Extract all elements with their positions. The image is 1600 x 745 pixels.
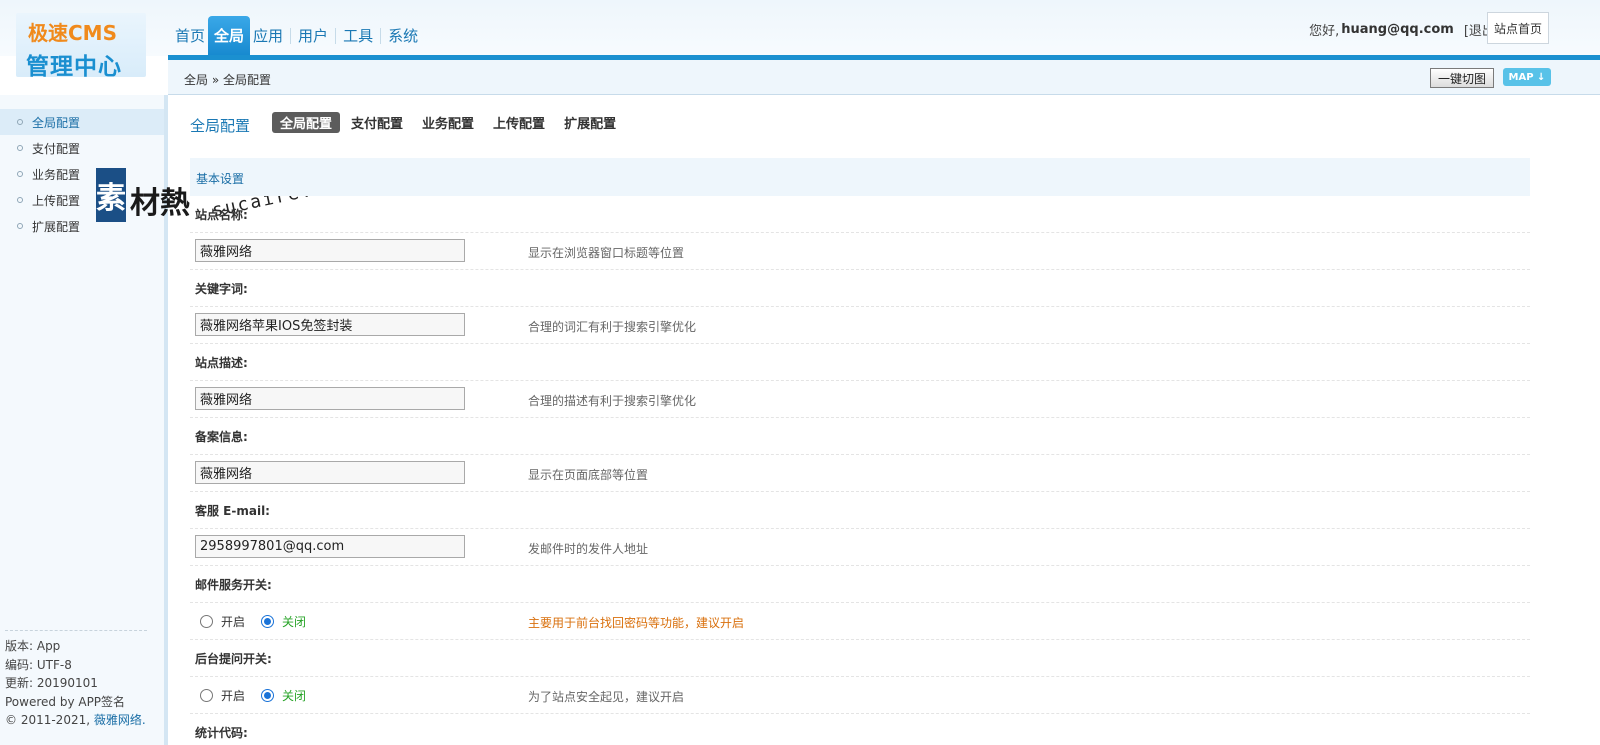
config-tabs: 全局配置 支付配置 业务配置 上传配置 扩展配置 (272, 112, 627, 133)
site-name-row: 薇雅网络 显示在浏览器窗口标题等位置 (190, 233, 1530, 270)
encoding-info: 编码: UTF-8 (5, 657, 72, 672)
ask-on-radio[interactable] (200, 689, 213, 702)
sidebar-item-label: 全局配置 (32, 115, 81, 130)
sidebar-item-label: 业务配置 (32, 167, 81, 182)
ask-switch-row: 开启 关闭 为了站点安全起见，建议开启 (190, 677, 1530, 714)
ask-switch-radios: 开启 关闭 (200, 687, 322, 704)
nav-divider (335, 28, 337, 44)
nav-apps[interactable]: 应用 (250, 16, 286, 56)
version-info: 版本: App (5, 639, 61, 653)
update-info: 更新: 20190101 (5, 676, 98, 691)
nav-divider (380, 28, 382, 44)
nav-global[interactable]: 全局 (208, 16, 251, 56)
sidebar-item-label: 支付配置 (32, 141, 81, 156)
bullet-icon (17, 197, 23, 203)
sidebar-item-business[interactable]: 业务配置 (0, 161, 164, 187)
ask-off-radio[interactable] (261, 689, 275, 702)
nav-users[interactable]: 用户 (295, 16, 331, 56)
section-header: 基本设置 (190, 158, 1530, 196)
email-hint: 发邮件时的发件人地址 (528, 542, 649, 556)
stats-code-label: 统计代码: (190, 714, 1530, 745)
breadcrumb-bar: 全局 » 全局配置 一键切图 MAP ↓ (168, 60, 1600, 95)
mail-switch-hint: 主要用于前台找回密码等功能，建议开启 (528, 616, 745, 630)
logo-subtitle: 管理中心 (26, 54, 122, 80)
site-name-hint: 显示在浏览器窗口标题等位置 (528, 246, 685, 260)
nav-tools[interactable]: 工具 (340, 16, 376, 56)
section-title: 基本设置 (196, 172, 245, 186)
sidebar-item-global[interactable]: 全局配置 (0, 109, 164, 135)
bullet-icon (17, 223, 23, 229)
site-name-input[interactable]: 薇雅网络 (195, 239, 465, 262)
keywords-input[interactable]: 薇雅网络苹果IOS免签封装 (195, 313, 465, 336)
sidebar-item-upload[interactable]: 上传配置 (0, 187, 164, 213)
user-bar: 您好, huang@qq.com [退出] (1309, 20, 1500, 39)
sidebar: 全局配置 支付配置 业务配置 上传配置 扩展配置 版本: App 编码: UTF… (0, 95, 168, 745)
email-label: 客服 E-mail: (190, 492, 1530, 529)
icp-label: 备案信息: (190, 418, 1530, 455)
ask-switch-hint: 为了站点安全起见，建议开启 (528, 690, 685, 704)
mail-on-radio[interactable] (200, 615, 213, 628)
page-title: 全局配置 (190, 117, 251, 135)
site-name-label: 站点名称: (190, 196, 1530, 233)
icp-hint: 显示在页面底部等位置 (528, 468, 649, 482)
email-input[interactable]: 2958997801@qq.com (195, 535, 465, 558)
mail-switch-radios: 开启 关闭 (200, 613, 322, 630)
logo[interactable]: 极速CMS 管理中心 (16, 13, 146, 80)
powered-by: Powered by APP签名 (5, 694, 126, 709)
bullet-icon (17, 119, 23, 125)
email-row: 2958997801@qq.com 发邮件时的发件人地址 (190, 529, 1530, 566)
bullet-icon (17, 145, 23, 151)
sidebar-footer: 版本: App 编码: UTF-8 更新: 20190101 Powered b… (5, 630, 147, 730)
nav-home[interactable]: 首页 (172, 16, 208, 56)
copyright-text: © 2011-2021, (5, 713, 91, 728)
description-input[interactable]: 薇雅网络 (195, 387, 465, 410)
main-content: 全局配置 全局配置 支付配置 业务配置 上传配置 扩展配置 基本设置 站点名称:… (190, 95, 1530, 745)
copyright-link[interactable]: 薇雅网络. (94, 713, 146, 727)
mail-off-label[interactable]: 关闭 (282, 613, 306, 630)
user-email: huang@qq.com (1341, 22, 1454, 37)
tab-extension[interactable]: 扩展配置 (556, 112, 624, 133)
tab-payment[interactable]: 支付配置 (343, 112, 411, 133)
copyright: © 2011-2021, 薇雅网络. (5, 711, 147, 730)
tab-global[interactable]: 全局配置 (272, 112, 341, 133)
description-hint: 合理的描述有利于搜索引擎优化 (528, 394, 697, 408)
one-click-cut-button[interactable]: 一键切图 (1430, 68, 1494, 88)
top-nav: 首页 全局 应用 用户 工具 系统 (172, 16, 421, 56)
tab-business[interactable]: 业务配置 (414, 112, 482, 133)
sidebar-item-label: 上传配置 (32, 193, 81, 208)
description-row: 薇雅网络 合理的描述有利于搜索引擎优化 (190, 381, 1530, 418)
keywords-label: 关键字词: (190, 270, 1530, 307)
settings-form: 站点名称: 薇雅网络 显示在浏览器窗口标题等位置 关键字词: 薇雅网络苹果IOS… (190, 196, 1530, 745)
keywords-row: 薇雅网络苹果IOS免签封装 合理的词汇有利于搜索引擎优化 (190, 307, 1530, 344)
sidebar-item-payment[interactable]: 支付配置 (0, 135, 164, 161)
site-home-button[interactable]: 站点首页 (1487, 12, 1549, 44)
map-button[interactable]: MAP ↓ (1503, 68, 1551, 86)
ask-switch-label: 后台提问开关: (190, 640, 1530, 677)
icp-input[interactable]: 薇雅网络 (195, 461, 465, 484)
mail-on-label[interactable]: 开启 (221, 613, 245, 630)
mail-switch-label: 邮件服务开关: (190, 566, 1530, 603)
ask-off-label[interactable]: 关闭 (282, 687, 306, 704)
sidebar-menu: 全局配置 支付配置 业务配置 上传配置 扩展配置 (0, 109, 164, 239)
mail-off-radio[interactable] (261, 615, 275, 628)
mail-switch-row: 开启 关闭 主要用于前台找回密码等功能，建议开启 (190, 603, 1530, 640)
keywords-hint: 合理的词汇有利于搜索引擎优化 (528, 320, 697, 334)
logo-title: 极速CMS (28, 21, 117, 45)
description-label: 站点描述: (190, 344, 1530, 381)
tab-upload[interactable]: 上传配置 (485, 112, 553, 133)
breadcrumb: 全局 » 全局配置 (184, 73, 271, 87)
greeting: 您好, (1309, 24, 1340, 39)
icp-row: 薇雅网络 显示在页面底部等位置 (190, 455, 1530, 492)
nav-system[interactable]: 系统 (385, 16, 421, 56)
nav-divider (290, 28, 292, 44)
ask-on-label[interactable]: 开启 (221, 687, 245, 704)
header: 极速CMS 管理中心 首页 全局 应用 用户 工具 系统 您好, huang@q… (0, 0, 1600, 95)
bullet-icon (17, 171, 23, 177)
sidebar-item-label: 扩展配置 (32, 219, 81, 234)
sidebar-item-extension[interactable]: 扩展配置 (0, 213, 164, 239)
